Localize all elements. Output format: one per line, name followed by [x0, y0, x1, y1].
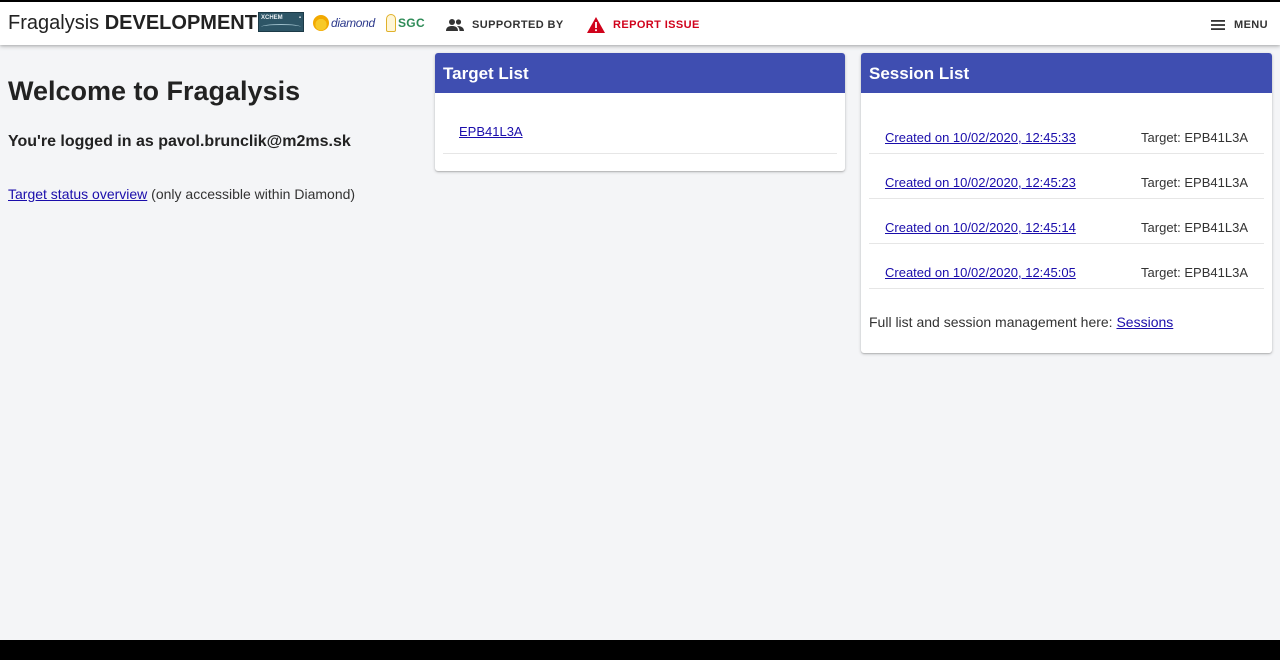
session-target: Target: EPB41L3A	[1141, 130, 1248, 145]
target-status-line: Target status overview (only accessible …	[8, 186, 355, 202]
session-row[interactable]: Created on 10/02/2020, 12:45:33 Target: …	[869, 109, 1264, 154]
session-target: Target: EPB41L3A	[1141, 175, 1248, 190]
logged-in-text: You're logged in as pavol.brunclik@m2ms.…	[8, 133, 351, 150]
supported-by-label: SUPPORTED BY	[472, 19, 564, 31]
session-target: Target: EPB41L3A	[1141, 220, 1248, 235]
session-footer-text: Full list and session management here:	[869, 314, 1117, 330]
session-footer: Full list and session management here: S…	[869, 314, 1173, 330]
session-list-card: Session List Created on 10/02/2020, 12:4…	[861, 53, 1272, 353]
target-list-title: Target List	[435, 53, 845, 93]
menu-button[interactable]: MENU	[1204, 10, 1274, 40]
target-list-item[interactable]: EPB41L3A	[443, 114, 837, 154]
sessions-link[interactable]: Sessions	[1116, 314, 1173, 330]
sgc-logo[interactable]: SGC	[386, 13, 425, 33]
target-list-card: Target List EPB41L3A	[435, 53, 845, 171]
sgc-mark-icon	[386, 14, 396, 32]
people-icon	[446, 18, 464, 32]
report-issue-button[interactable]: REPORT ISSUE	[581, 10, 706, 40]
brand-name: Fragalysis	[8, 12, 100, 34]
status-note: (only accessible within Diamond)	[147, 186, 356, 202]
session-row[interactable]: Created on 10/02/2020, 12:45:05 Target: …	[869, 244, 1264, 289]
target-status-overview-link[interactable]: Target status overview	[8, 186, 147, 202]
warning-icon	[587, 17, 605, 33]
report-issue-label: REPORT ISSUE	[613, 19, 700, 31]
hamburger-icon	[1210, 19, 1226, 31]
page: Fragalysis DEVELOPMENT XCHEM ▪ diamond SG…	[0, 2, 1280, 640]
diamond-logo[interactable]: diamond	[313, 13, 375, 33]
session-row[interactable]: Created on 10/02/2020, 12:45:14 Target: …	[869, 199, 1264, 244]
brand-env: DEVELOPMENT	[104, 12, 257, 34]
app-header: Fragalysis DEVELOPMENT XCHEM ▪ diamond SG…	[0, 2, 1280, 45]
welcome-title: Welcome to Fragalysis	[8, 76, 301, 106]
session-list-title: Session List	[861, 53, 1272, 93]
target-link[interactable]: EPB41L3A	[459, 124, 523, 139]
supported-by-button[interactable]: SUPPORTED BY	[440, 10, 570, 40]
session-target: Target: EPB41L3A	[1141, 265, 1248, 280]
menu-label: MENU	[1234, 19, 1268, 31]
session-link[interactable]: Created on 10/02/2020, 12:45:05	[885, 265, 1076, 280]
session-link[interactable]: Created on 10/02/2020, 12:45:14	[885, 220, 1076, 235]
brand-title[interactable]: Fragalysis DEVELOPMENT	[8, 11, 257, 35]
session-link[interactable]: Created on 10/02/2020, 12:45:33	[885, 130, 1076, 145]
session-row[interactable]: Created on 10/02/2020, 12:45:23 Target: …	[869, 154, 1264, 199]
session-link[interactable]: Created on 10/02/2020, 12:45:23	[885, 175, 1076, 190]
xchem-logo[interactable]: XCHEM ▪	[258, 12, 304, 32]
diamond-sun-icon	[313, 15, 329, 31]
sgc-logo-text: SGC	[398, 16, 425, 30]
diamond-logo-text: diamond	[331, 16, 375, 30]
